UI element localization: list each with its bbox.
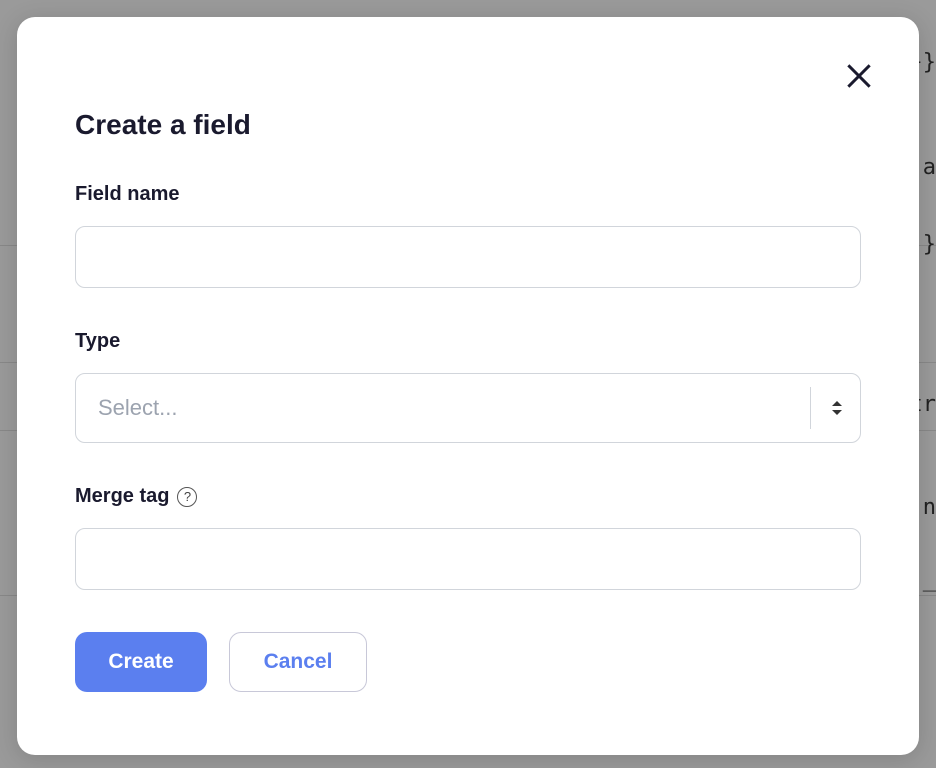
modal-title: Create a field	[75, 109, 879, 141]
field-name-input[interactable]	[75, 226, 861, 288]
button-row: Create Cancel	[75, 632, 879, 692]
background-text: }	[923, 232, 936, 257]
create-field-modal: Create a field Field name Type Select...…	[17, 17, 919, 755]
background-text: a	[923, 155, 936, 180]
merge-tag-label: Merge tag	[75, 485, 169, 508]
background-text: n	[923, 495, 936, 520]
cancel-button[interactable]: Cancel	[229, 632, 367, 692]
merge-tag-input[interactable]	[75, 528, 861, 590]
background-text: _	[923, 567, 936, 592]
type-group: Type Select...	[75, 330, 861, 443]
field-name-group: Field name	[75, 183, 861, 288]
help-icon[interactable]: ?	[177, 487, 197, 507]
close-icon	[843, 60, 875, 95]
close-button[interactable]	[837, 55, 881, 99]
field-name-label: Field name	[75, 183, 861, 206]
type-select[interactable]: Select...	[75, 373, 861, 443]
create-button[interactable]: Create	[75, 632, 207, 692]
merge-tag-group: Merge tag ?	[75, 485, 861, 590]
type-label: Type	[75, 330, 861, 353]
